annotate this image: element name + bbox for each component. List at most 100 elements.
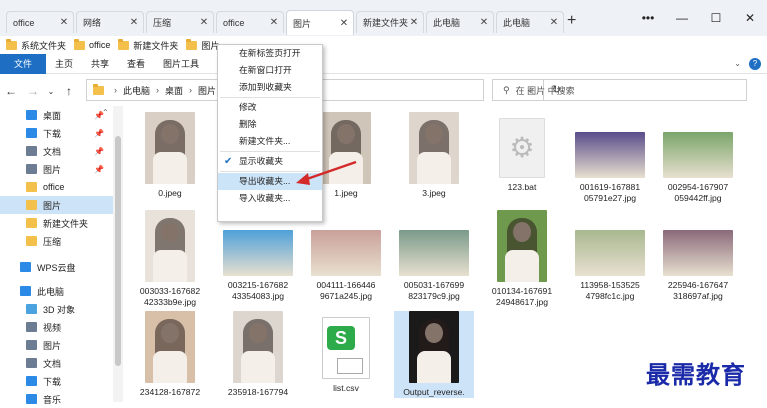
folder-icon: [26, 236, 37, 246]
help-icon[interactable]: ?: [749, 57, 761, 70]
ribbon-tab-picture-tools[interactable]: 图片工具: [154, 54, 208, 74]
close-tab-icon[interactable]: ✕: [269, 17, 279, 28]
menu-item[interactable]: 在新窗口打开: [218, 62, 322, 79]
sidebar-scrollbar[interactable]: [113, 106, 123, 402]
tab-2[interactable]: 压缩 ✕: [146, 11, 214, 33]
close-tab-icon[interactable]: ✕: [479, 17, 489, 28]
close-tab-icon[interactable]: ✕: [549, 17, 559, 28]
menu-item[interactable]: 修改: [218, 99, 322, 116]
file-item[interactable]: 001619-167881 05791e27.jpg: [570, 112, 650, 204]
ribbon-tab-file[interactable]: 文件: [0, 53, 46, 74]
close-button[interactable]: ✕: [733, 0, 767, 36]
sidebar-item[interactable]: 文档 📌: [0, 142, 122, 160]
new-tab-button[interactable]: +: [567, 12, 576, 30]
tab-5[interactable]: 新建文件夹 ✕: [356, 11, 424, 33]
up-button[interactable]: ↑: [58, 84, 80, 98]
close-tab-icon[interactable]: ✕: [339, 18, 349, 29]
sidebar-item[interactable]: 3D 对象: [0, 300, 122, 318]
search-placeholder: 在 图片 中搜索: [515, 85, 575, 96]
file-item[interactable]: 005031-167699 823179c9.jpg: [394, 210, 474, 302]
maximize-button[interactable]: ☐: [699, 0, 733, 36]
favorite-item[interactable]: 图片: [186, 38, 219, 52]
sidebar-item[interactable]: 新建文件夹: [0, 214, 122, 232]
menu-item-label: 在新标签页打开: [239, 48, 301, 58]
ribbon-tab-view[interactable]: 查看: [118, 54, 154, 74]
location-icon: [26, 394, 37, 404]
menu-separator: [220, 97, 320, 98]
file-item[interactable]: 002954-167907 059442ff.jpg: [658, 112, 738, 204]
tab-6[interactable]: 此电脑 ✕: [426, 11, 494, 33]
menu-item[interactable]: 在新标签页打开: [218, 45, 322, 62]
sidebar-item[interactable]: 图片: [0, 196, 122, 214]
forward-button[interactable]: →: [22, 84, 44, 98]
close-tab-icon[interactable]: ✕: [59, 17, 69, 28]
ribbon-tab-share[interactable]: 共享: [82, 54, 118, 74]
menu-item[interactable]: 导入收藏夹...: [218, 190, 322, 207]
pin-icon: 📌: [94, 164, 104, 174]
file-name: 225946-167647: [667, 280, 729, 290]
file-item[interactable]: 003033-167682 42333b9e.jpg: [130, 210, 210, 308]
file-name-line2: 059442ff.jpg: [674, 193, 722, 203]
back-button[interactable]: ←: [0, 84, 22, 98]
sidebar-item[interactable]: office: [0, 178, 122, 196]
sidebar-item-label: 文档: [43, 358, 62, 369]
sidebar-item[interactable]: 视频: [0, 318, 122, 336]
sidebar-item[interactable]: 音乐: [0, 390, 122, 408]
file-name: list.csv: [333, 383, 359, 393]
breadcrumb-pictures[interactable]: 图片: [198, 84, 216, 97]
minimize-button[interactable]: —: [665, 0, 699, 36]
menu-item[interactable]: 删除: [218, 116, 322, 133]
file-item[interactable]: Output_reverse.: [394, 311, 474, 398]
sidebar-item[interactable]: 图片: [0, 336, 122, 354]
file-item[interactable]: 0.jpeg: [130, 112, 210, 199]
sidebar-item[interactable]: 下载 📌: [0, 124, 122, 142]
close-tab-icon[interactable]: ✕: [199, 17, 209, 28]
tab-4[interactable]: 图片 ✕: [286, 10, 354, 35]
file-item[interactable]: ⚙ 123.bat: [482, 112, 562, 193]
sidebar-item[interactable]: 文档: [0, 354, 122, 372]
ribbon-collapse-icon[interactable]: ⌄: [734, 59, 741, 68]
scroll-thumb[interactable]: [115, 136, 121, 366]
menu-item[interactable]: 新建文件夹...: [218, 133, 322, 150]
sidebar-item-label: office: [43, 182, 65, 192]
file-item[interactable]: 113958-153525 4798fc1c.jpg: [570, 210, 650, 302]
file-item[interactable]: 004111-166446 9671a245.jpg: [306, 210, 386, 302]
file-item[interactable]: 235918-167794: [218, 311, 298, 398]
breadcrumb-desktop[interactable]: 桌面: [165, 84, 183, 97]
sidebar-item[interactable]: WPS云盘: [0, 258, 122, 276]
location-icon: [26, 358, 37, 368]
favorite-item[interactable]: 系统文件夹: [6, 38, 66, 52]
sidebar-item[interactable]: 压缩: [0, 232, 122, 250]
file-item[interactable]: 234128-167872: [130, 311, 210, 398]
file-name: 002954-167907: [667, 182, 729, 192]
file-item[interactable]: 225946-167647 318697af.jpg: [658, 210, 738, 302]
tab-1[interactable]: 网络 ✕: [76, 11, 144, 33]
close-tab-icon[interactable]: ✕: [129, 17, 139, 28]
collapse-chevron-icon[interactable]: ⌃: [102, 108, 109, 117]
menu-item[interactable]: 添加到收藏夹: [218, 79, 322, 96]
image-thumbnail: [663, 230, 733, 276]
sidebar-item[interactable]: 下载: [0, 372, 122, 390]
csv-file-icon: S: [322, 317, 370, 379]
sidebar-item-label: 音乐: [43, 394, 62, 405]
breadcrumb-pc[interactable]: 此电脑: [123, 84, 150, 97]
close-tab-icon[interactable]: ✕: [409, 17, 419, 28]
file-item[interactable]: 010134-167691 24948617.jpg: [482, 210, 562, 308]
chevron-right-icon: ›: [156, 85, 160, 95]
file-item[interactable]: Slist.csv: [306, 311, 386, 394]
tab-0[interactable]: office ✕: [6, 11, 74, 33]
favorite-item[interactable]: office: [74, 38, 110, 50]
ribbon-tab-home[interactable]: 主页: [46, 54, 82, 74]
image-thumbnail: [409, 112, 459, 184]
favorite-item[interactable]: 新建文件夹: [118, 38, 178, 52]
sidebar-item[interactable]: 此电脑: [0, 282, 122, 300]
tab-7[interactable]: 此电脑 ✕: [496, 11, 564, 33]
sidebar-item[interactable]: 图片 📌: [0, 160, 122, 178]
watermark: 最需教育: [646, 360, 746, 389]
file-item[interactable]: 3.jpeg: [394, 112, 474, 199]
more-icon[interactable]: •••: [631, 0, 665, 36]
file-item[interactable]: 003215-167682 43354083.jpg: [218, 210, 298, 302]
search-box[interactable]: ⚲ 在 图片 中搜索: [492, 79, 747, 101]
recent-dropdown-icon[interactable]: ⌄: [44, 87, 58, 96]
tab-3[interactable]: office ✕: [216, 11, 284, 33]
